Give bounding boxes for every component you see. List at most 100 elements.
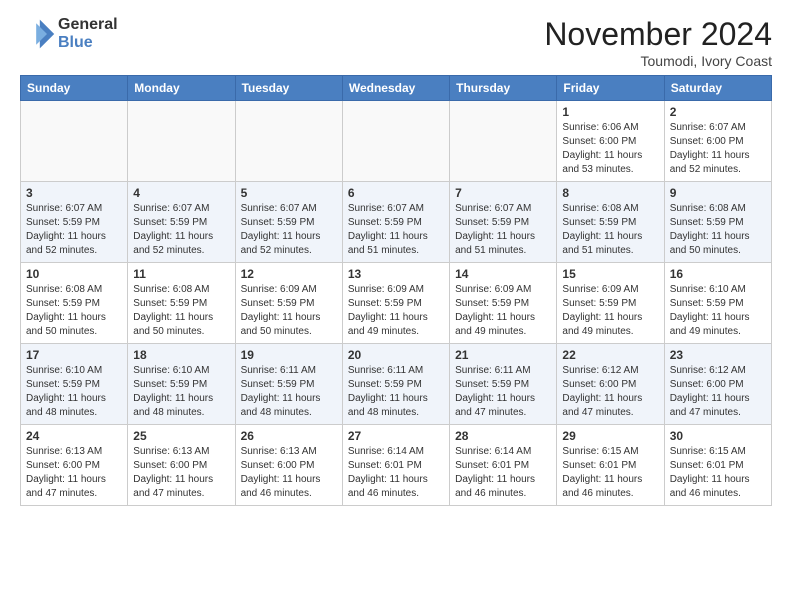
day-cell: 28 Sunrise: 6:14 AM Sunset: 6:01 PM Dayli…: [450, 425, 557, 506]
day-number: 26: [241, 429, 337, 443]
day-info: Sunrise: 6:14 AM Sunset: 6:01 PM Dayligh…: [455, 445, 551, 501]
day-info: Sunrise: 6:07 AM Sunset: 5:59 PM Dayligh…: [133, 202, 229, 258]
day-cell: [342, 101, 449, 182]
day-info: Sunrise: 6:07 AM Sunset: 5:59 PM Dayligh…: [241, 202, 337, 258]
day-info: Sunrise: 6:09 AM Sunset: 5:59 PM Dayligh…: [455, 283, 551, 339]
day-number: 15: [562, 267, 658, 281]
calendar-table: Sunday Monday Tuesday Wednesday Thursday…: [20, 75, 772, 506]
logo-text: General Blue: [58, 16, 118, 51]
day-number: 4: [133, 186, 229, 200]
day-cell: 7Sunrise: 6:07 AM Sunset: 5:59 PM Daylig…: [450, 182, 557, 263]
day-info: Sunrise: 6:12 AM Sunset: 6:00 PM Dayligh…: [670, 364, 766, 420]
day-number: 16: [670, 267, 766, 281]
day-cell: [21, 101, 128, 182]
day-number: 5: [241, 186, 337, 200]
day-cell: [128, 101, 235, 182]
day-info: Sunrise: 6:13 AM Sunset: 6:00 PM Dayligh…: [133, 445, 229, 501]
day-info: Sunrise: 6:10 AM Sunset: 5:59 PM Dayligh…: [670, 283, 766, 339]
day-cell: 24 Sunrise: 6:13 AM Sunset: 6:00 PM Dayli…: [21, 425, 128, 506]
day-cell: 19Sunrise: 6:11 AM Sunset: 5:59 PM Dayli…: [235, 344, 342, 425]
day-info: Sunrise: 6:08 AM Sunset: 5:59 PM Dayligh…: [670, 202, 766, 258]
day-info: Sunrise: 6:08 AM Sunset: 5:59 PM Dayligh…: [133, 283, 229, 339]
header-thursday: Thursday: [450, 76, 557, 101]
day-number: 23: [670, 348, 766, 362]
day-cell: 22 Sunrise: 6:12 AM Sunset: 6:00 PM Dayli…: [557, 344, 664, 425]
day-info: Sunrise: 6:07 AM Sunset: 5:59 PM Dayligh…: [348, 202, 444, 258]
day-cell: 2 Sunrise: 6:07 AM Sunset: 6:00 PM Daylig…: [664, 101, 771, 182]
day-number: 11: [133, 267, 229, 281]
day-number: 29: [562, 429, 658, 443]
day-number: 9: [670, 186, 766, 200]
logo-general: General: [58, 16, 118, 34]
day-info: Sunrise: 6:13 AM Sunset: 6:00 PM Dayligh…: [26, 445, 122, 501]
day-cell: 16 Sunrise: 6:10 AM Sunset: 5:59 PM Dayli…: [664, 263, 771, 344]
week-row-4: 17Sunrise: 6:10 AM Sunset: 5:59 PM Dayli…: [21, 344, 772, 425]
day-info: Sunrise: 6:10 AM Sunset: 5:59 PM Dayligh…: [133, 364, 229, 420]
day-cell: 13 Sunrise: 6:09 AM Sunset: 5:59 PM Dayli…: [342, 263, 449, 344]
week-row-3: 10 Sunrise: 6:08 AM Sunset: 5:59 PM Dayli…: [21, 263, 772, 344]
day-cell: 5 Sunrise: 6:07 AM Sunset: 5:59 PM Daylig…: [235, 182, 342, 263]
title-block: November 2024 Toumodi, Ivory Coast: [544, 16, 772, 69]
header-saturday: Saturday: [664, 76, 771, 101]
day-info: Sunrise: 6:09 AM Sunset: 5:59 PM Dayligh…: [241, 283, 337, 339]
logo-blue: Blue: [58, 34, 118, 52]
day-cell: 6 Sunrise: 6:07 AM Sunset: 5:59 PM Daylig…: [342, 182, 449, 263]
day-number: 24: [26, 429, 122, 443]
calendar-subtitle: Toumodi, Ivory Coast: [544, 53, 772, 69]
day-info: Sunrise: 6:07 AM Sunset: 6:00 PM Dayligh…: [670, 121, 766, 177]
header-tuesday: Tuesday: [235, 76, 342, 101]
day-number: 12: [241, 267, 337, 281]
header-monday: Monday: [128, 76, 235, 101]
day-info: Sunrise: 6:06 AM Sunset: 6:00 PM Dayligh…: [562, 121, 658, 177]
day-info: Sunrise: 6:08 AM Sunset: 5:59 PM Dayligh…: [562, 202, 658, 258]
header-sunday: Sunday: [21, 76, 128, 101]
calendar-header: Sunday Monday Tuesday Wednesday Thursday…: [21, 76, 772, 101]
day-info: Sunrise: 6:09 AM Sunset: 5:59 PM Dayligh…: [348, 283, 444, 339]
day-cell: 17Sunrise: 6:10 AM Sunset: 5:59 PM Dayli…: [21, 344, 128, 425]
day-number: 28: [455, 429, 551, 443]
day-number: 6: [348, 186, 444, 200]
header-wednesday: Wednesday: [342, 76, 449, 101]
day-cell: 11 Sunrise: 6:08 AM Sunset: 5:59 PM Dayli…: [128, 263, 235, 344]
day-number: 25: [133, 429, 229, 443]
day-cell: 27 Sunrise: 6:14 AM Sunset: 6:01 PM Dayli…: [342, 425, 449, 506]
day-cell: 18Sunrise: 6:10 AM Sunset: 5:59 PM Dayli…: [128, 344, 235, 425]
day-cell: 26Sunrise: 6:13 AM Sunset: 6:00 PM Dayli…: [235, 425, 342, 506]
day-number: 14: [455, 267, 551, 281]
day-info: Sunrise: 6:14 AM Sunset: 6:01 PM Dayligh…: [348, 445, 444, 501]
header-row: Sunday Monday Tuesday Wednesday Thursday…: [21, 76, 772, 101]
calendar-title: November 2024: [544, 16, 772, 53]
day-info: Sunrise: 6:12 AM Sunset: 6:00 PM Dayligh…: [562, 364, 658, 420]
day-number: 20: [348, 348, 444, 362]
day-cell: 14 Sunrise: 6:09 AM Sunset: 5:59 PM Dayli…: [450, 263, 557, 344]
day-info: Sunrise: 6:08 AM Sunset: 5:59 PM Dayligh…: [26, 283, 122, 339]
day-cell: [235, 101, 342, 182]
week-row-5: 24 Sunrise: 6:13 AM Sunset: 6:00 PM Dayli…: [21, 425, 772, 506]
day-cell: [450, 101, 557, 182]
day-number: 7: [455, 186, 551, 200]
day-number: 8: [562, 186, 658, 200]
day-cell: 25 Sunrise: 6:13 AM Sunset: 6:00 PM Dayli…: [128, 425, 235, 506]
day-info: Sunrise: 6:10 AM Sunset: 5:59 PM Dayligh…: [26, 364, 122, 420]
day-info: Sunrise: 6:11 AM Sunset: 5:59 PM Dayligh…: [241, 364, 337, 420]
day-number: 22: [562, 348, 658, 362]
day-cell: 20 Sunrise: 6:11 AM Sunset: 5:59 PM Dayli…: [342, 344, 449, 425]
day-info: Sunrise: 6:11 AM Sunset: 5:59 PM Dayligh…: [348, 364, 444, 420]
day-info: Sunrise: 6:09 AM Sunset: 5:59 PM Dayligh…: [562, 283, 658, 339]
day-number: 30: [670, 429, 766, 443]
day-number: 13: [348, 267, 444, 281]
day-number: 27: [348, 429, 444, 443]
day-cell: 4 Sunrise: 6:07 AM Sunset: 5:59 PM Daylig…: [128, 182, 235, 263]
day-cell: 8 Sunrise: 6:08 AM Sunset: 5:59 PM Daylig…: [557, 182, 664, 263]
page: General Blue November 2024 Toumodi, Ivor…: [0, 0, 792, 522]
day-number: 2: [670, 105, 766, 119]
day-number: 1: [562, 105, 658, 119]
day-cell: 23 Sunrise: 6:12 AM Sunset: 6:00 PM Dayli…: [664, 344, 771, 425]
day-number: 3: [26, 186, 122, 200]
day-info: Sunrise: 6:15 AM Sunset: 6:01 PM Dayligh…: [562, 445, 658, 501]
day-cell: 30Sunrise: 6:15 AM Sunset: 6:01 PM Dayli…: [664, 425, 771, 506]
day-cell: 10 Sunrise: 6:08 AM Sunset: 5:59 PM Dayli…: [21, 263, 128, 344]
day-number: 10: [26, 267, 122, 281]
day-number: 21: [455, 348, 551, 362]
day-cell: 15 Sunrise: 6:09 AM Sunset: 5:59 PM Dayli…: [557, 263, 664, 344]
